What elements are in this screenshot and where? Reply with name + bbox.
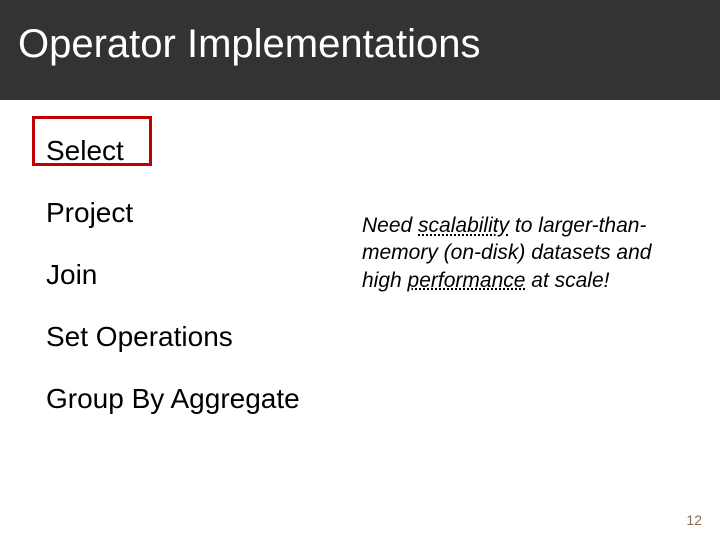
list-item: Set Operations	[46, 321, 686, 353]
page-number: 12	[686, 512, 702, 528]
callout-underline: scalability	[418, 214, 509, 237]
callout-text: Need scalability to larger-than-memory (…	[362, 212, 672, 294]
callout-part: Need	[362, 214, 418, 237]
callout-underline: performance	[408, 269, 526, 292]
header-bar: Operator Implementations	[0, 0, 720, 100]
list-item: Select	[46, 135, 686, 167]
list-item: Group By Aggregate	[46, 383, 686, 415]
page-title: Operator Implementations	[18, 22, 480, 67]
callout-part: at scale!	[525, 269, 609, 292]
